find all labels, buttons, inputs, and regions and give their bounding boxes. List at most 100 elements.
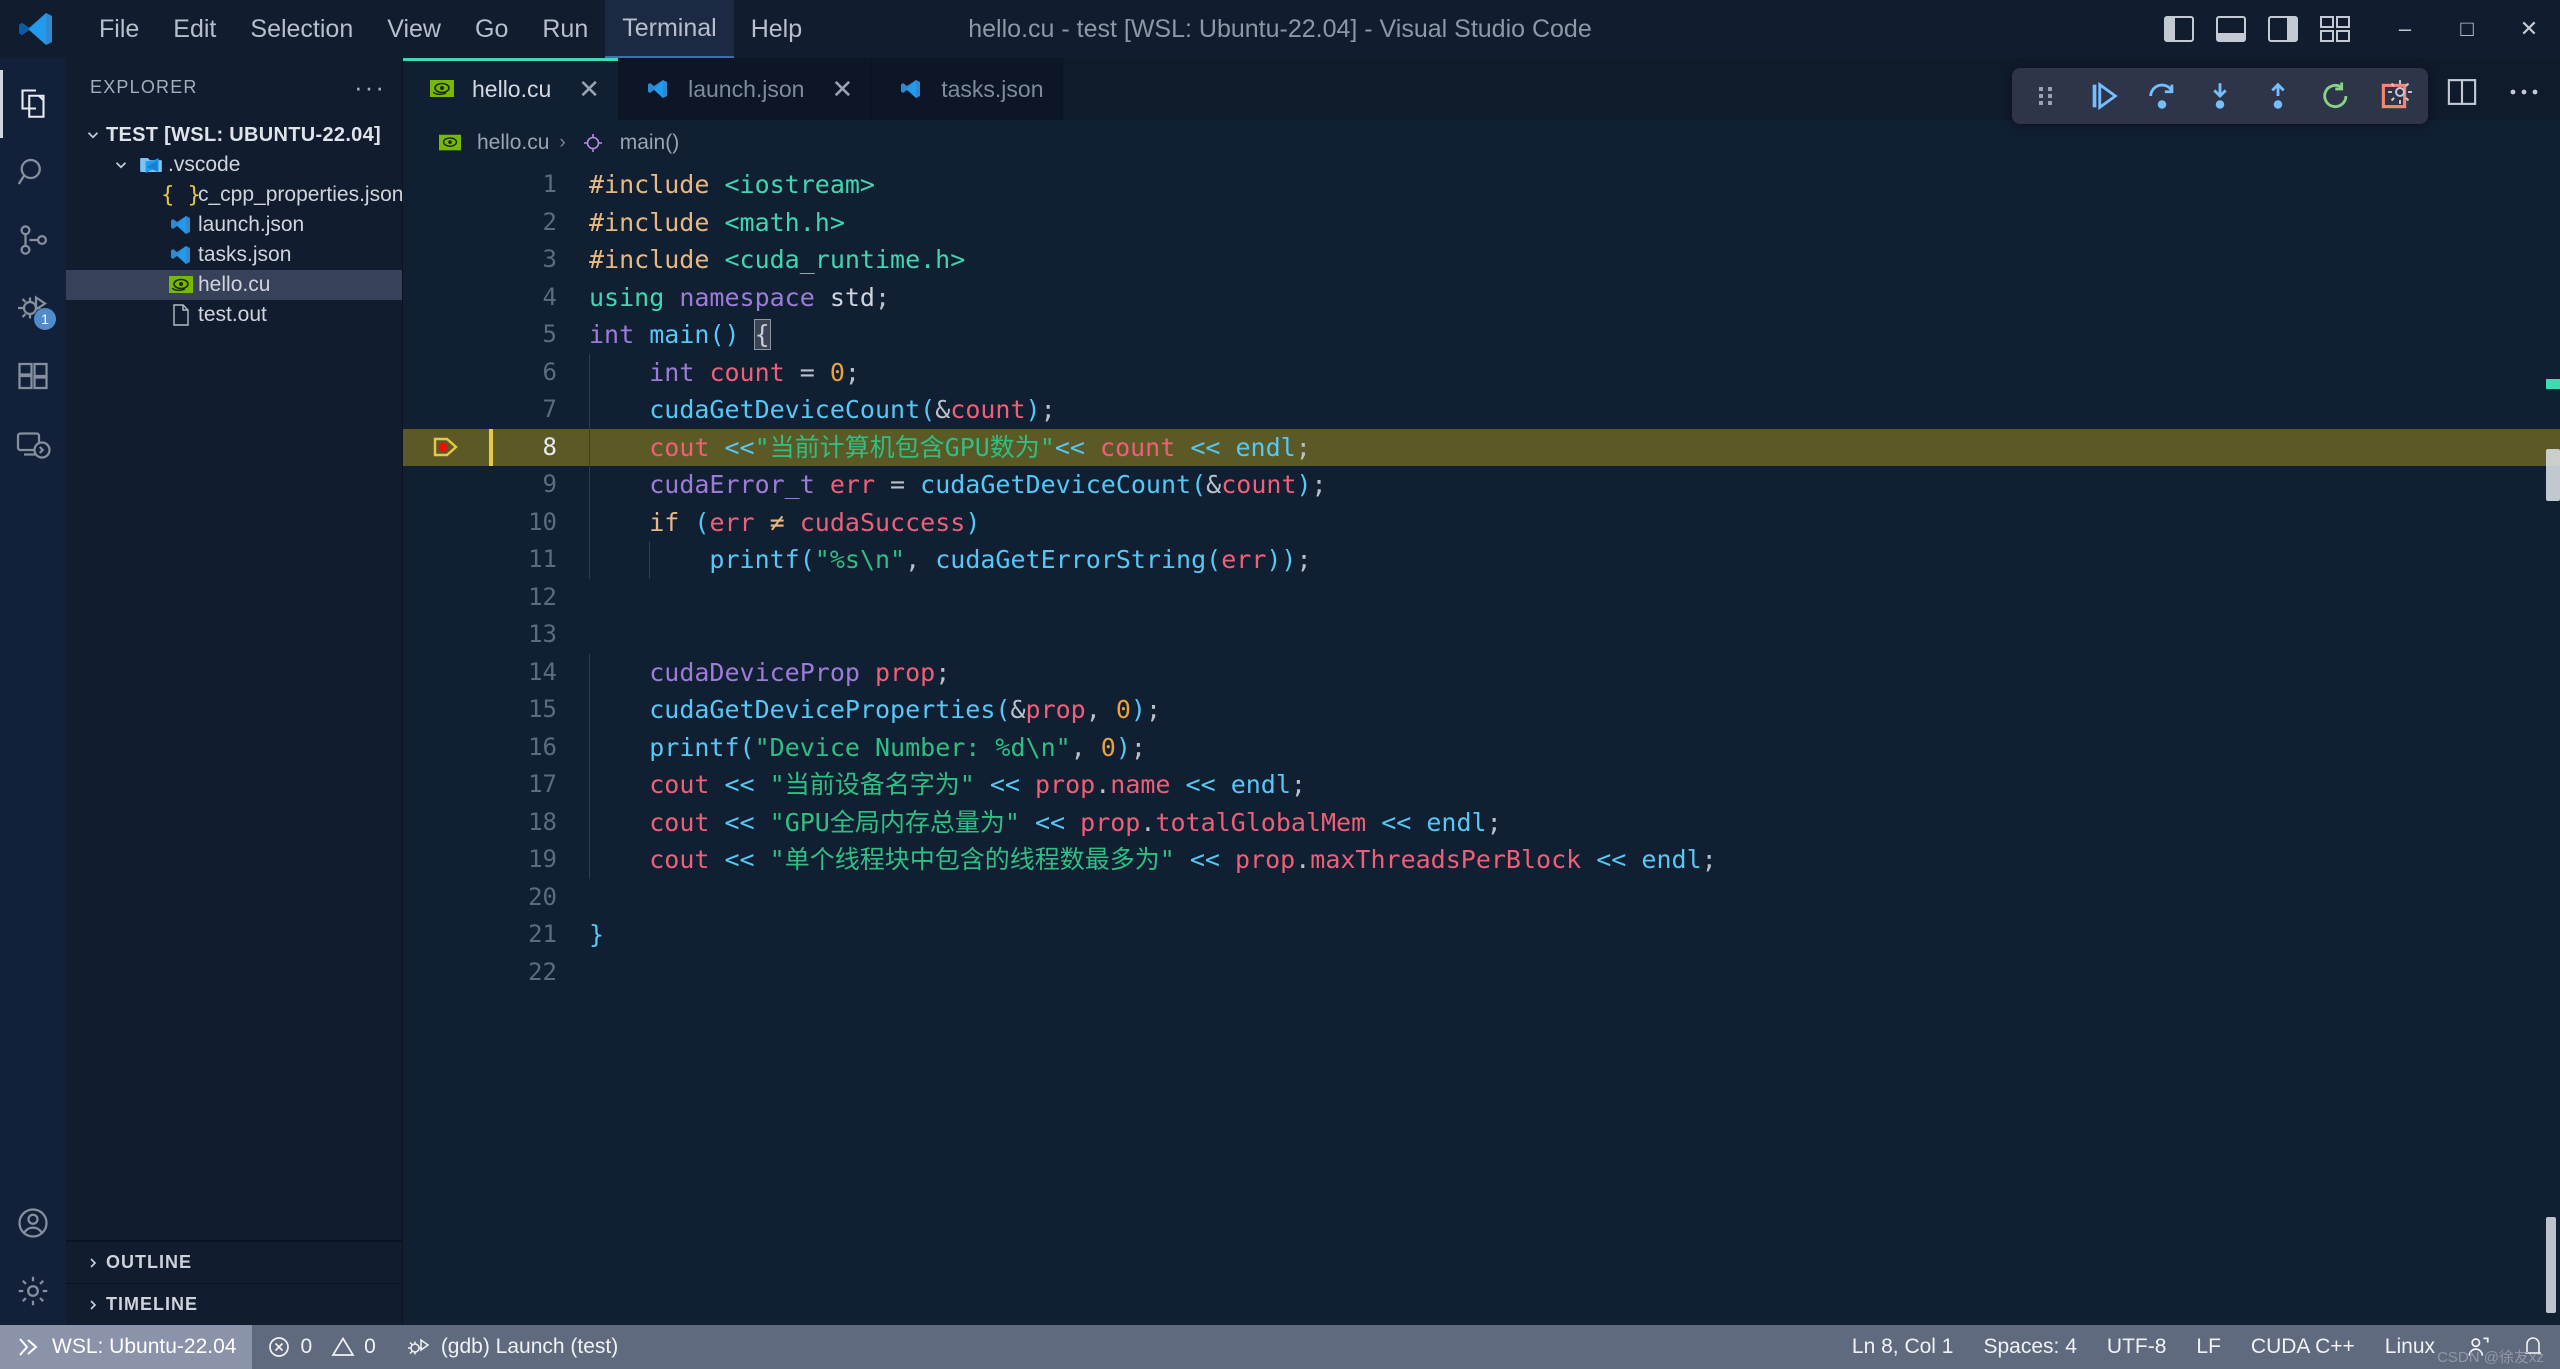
sidebar-item-source-control[interactable] — [0, 206, 66, 274]
code-line[interactable]: 2 #include <math.h> — [403, 204, 2560, 242]
code-line[interactable]: 14 cudaDeviceProp prop; — [403, 653, 2560, 691]
menu-view[interactable]: View — [370, 0, 458, 58]
status-encoding[interactable]: UTF-8 — [2092, 1325, 2182, 1369]
tab-tasks-json[interactable]: tasks.json — [872, 58, 1063, 120]
continue-button[interactable] — [2084, 76, 2124, 116]
vscode-file-icon — [164, 243, 198, 267]
breadcrumb-file[interactable]: hello.cu — [477, 131, 549, 155]
status-language-mode[interactable]: CUDA C++ — [2236, 1325, 2370, 1369]
code-line[interactable]: 8 cout <<"当前计算机包含GPU数为"<< count << endl; — [403, 428, 2560, 466]
code-line[interactable]: 5 int main() { — [403, 316, 2560, 354]
code-token: )) — [1266, 545, 1297, 574]
code-line[interactable]: 17 cout << "当前设备名字为" << prop.name << end… — [403, 766, 2560, 804]
toggle-secondary-sidebar-icon[interactable] — [2260, 6, 2306, 52]
close-button[interactable]: ✕ — [2498, 0, 2560, 58]
customize-layout-icon[interactable] — [2312, 6, 2358, 52]
status-problems[interactable]: 0 0 — [252, 1325, 390, 1369]
code-editor[interactable]: 1 #include <iostream> 2 #include <math.h> 3 #… — [403, 166, 2560, 1325]
code-line[interactable]: 13 — [403, 616, 2560, 654]
ellipsis-icon[interactable] — [2502, 70, 2546, 114]
code-line[interactable]: 3 #include <cuda_runtime.h> — [403, 241, 2560, 279]
code-line[interactable]: 16 printf("Device Number: %d\n", 0); — [403, 728, 2560, 766]
tree-item-vscode-folder[interactable]: .vscode — [66, 150, 402, 180]
tab-close-icon[interactable]: ✕ — [831, 76, 853, 102]
step-over-button[interactable] — [2142, 76, 2182, 116]
debug-toolbar — [2012, 68, 2428, 124]
step-into-button[interactable] — [2200, 76, 2240, 116]
tree-item-launch-json[interactable]: launch.json — [66, 210, 402, 240]
toggle-panel-icon[interactable] — [2208, 6, 2254, 52]
menu-selection[interactable]: Selection — [233, 0, 370, 58]
breadcrumb-separator: › — [559, 132, 566, 153]
vscode-file-icon — [894, 77, 928, 101]
status-indentation[interactable]: Spaces: 4 — [1969, 1325, 2092, 1369]
code-line[interactable]: 10 if (err ≠ cudaSuccess) — [403, 503, 2560, 541]
debug-drag-handle[interactable] — [2026, 76, 2066, 116]
tree-item-tasks-json[interactable]: tasks.json — [66, 240, 402, 270]
menu-run[interactable]: Run — [525, 0, 605, 58]
status-eol[interactable]: LF — [2181, 1325, 2236, 1369]
restart-button[interactable] — [2316, 76, 2356, 116]
code-line[interactable]: 4 using namespace std; — [403, 279, 2560, 317]
tab-launch-json[interactable]: launch.json ✕ — [619, 58, 873, 120]
breakpoint-arrow-icon[interactable] — [403, 432, 489, 462]
maximize-button[interactable]: □ — [2436, 0, 2498, 58]
code-token: ) — [1025, 395, 1041, 424]
menu-go[interactable]: Go — [458, 0, 525, 58]
accounts-button[interactable] — [0, 1189, 66, 1257]
menu-help[interactable]: Help — [734, 0, 819, 58]
code-line[interactable]: 7 cudaGetDeviceCount(&count); — [403, 391, 2560, 429]
gear-icon[interactable] — [2378, 70, 2422, 114]
line-content: int main() { — [575, 316, 771, 354]
sidebar-item-run-and-debug[interactable]: 1 — [0, 274, 66, 342]
code-line[interactable]: 9 cudaError_t err = cudaGetDeviceCount(&… — [403, 466, 2560, 504]
code-line[interactable]: 12 — [403, 579, 2560, 617]
code-token: << — [974, 770, 1035, 799]
code-token: << — [709, 845, 770, 874]
explorer-more-actions-icon[interactable]: ··· — [354, 74, 386, 100]
tree-item-hello-cu[interactable]: hello.cu — [66, 270, 402, 300]
outline-section[interactable]: OUTLINE — [66, 1241, 402, 1283]
code-token: count — [950, 395, 1026, 424]
code-line[interactable]: 15 cudaGetDeviceProperties(&prop, 0); — [403, 691, 2560, 729]
tree-item-label: launch.json — [198, 213, 305, 236]
menu-file[interactable]: File — [82, 0, 156, 58]
step-out-button[interactable] — [2258, 76, 2298, 116]
code-token: "%s\n" — [814, 545, 906, 574]
manage-settings-button[interactable] — [0, 1257, 66, 1325]
code-line[interactable]: 21} — [403, 916, 2560, 954]
sidebar-item-remote-explorer[interactable] — [0, 410, 66, 478]
status-debug-session[interactable]: (gdb) Launch (test) — [391, 1325, 633, 1369]
status-remote-indicator[interactable]: WSL: Ubuntu-22.04 — [0, 1325, 253, 1369]
code-line[interactable]: 19 cout << "单个线程块中包含的线程数最多为" << prop.max… — [403, 841, 2560, 879]
line-content: #include <math.h> — [575, 204, 845, 242]
menu-edit[interactable]: Edit — [156, 0, 233, 58]
sidebar-item-extensions[interactable] — [0, 342, 66, 410]
tab-hello-cu[interactable]: hello.cu ✕ — [403, 58, 620, 120]
sidebar-item-search[interactable] — [0, 138, 66, 206]
sidebar-item-explorer[interactable] — [0, 70, 66, 138]
minimize-button[interactable]: – — [2374, 0, 2436, 58]
code-line[interactable]: 6 int count = 0; — [403, 353, 2560, 391]
tree-root-folder[interactable]: TEST [WSL: UBUNTU-22.04] — [66, 120, 402, 150]
breadcrumb-symbol[interactable]: main() — [620, 131, 680, 155]
tree-item-test-out[interactable]: test.out — [66, 300, 402, 330]
scrollbar-thumb[interactable] — [2546, 449, 2560, 501]
code-line[interactable]: 20 — [403, 879, 2560, 917]
code-line[interactable]: 22 — [403, 954, 2560, 992]
code-line[interactable]: 18 cout << "GPU全局内存总量为" << prop.totalGlo… — [403, 803, 2560, 841]
vscode-file-icon — [164, 213, 198, 237]
timeline-section[interactable]: TIMELINE — [66, 1283, 402, 1325]
vertical-scrollbar[interactable] — [2546, 1217, 2556, 1313]
code-token: err — [709, 507, 755, 537]
status-cursor-position[interactable]: Ln 8, Col 1 — [1837, 1325, 1969, 1369]
tree-item-label: hello.cu — [198, 273, 271, 296]
code-line[interactable]: 11 printf("%s\n", cudaGetErrorString(err… — [403, 541, 2560, 579]
code-line[interactable]: 1 #include <iostream> — [403, 166, 2560, 204]
split-editor-icon[interactable] — [2440, 70, 2484, 114]
tree-item-c-cpp-properties[interactable]: { } c_cpp_properties.json — [66, 180, 402, 210]
tab-close-icon[interactable]: ✕ — [578, 76, 600, 102]
menu-terminal[interactable]: Terminal — [605, 0, 734, 58]
toggle-primary-sidebar-icon[interactable] — [2156, 6, 2202, 52]
